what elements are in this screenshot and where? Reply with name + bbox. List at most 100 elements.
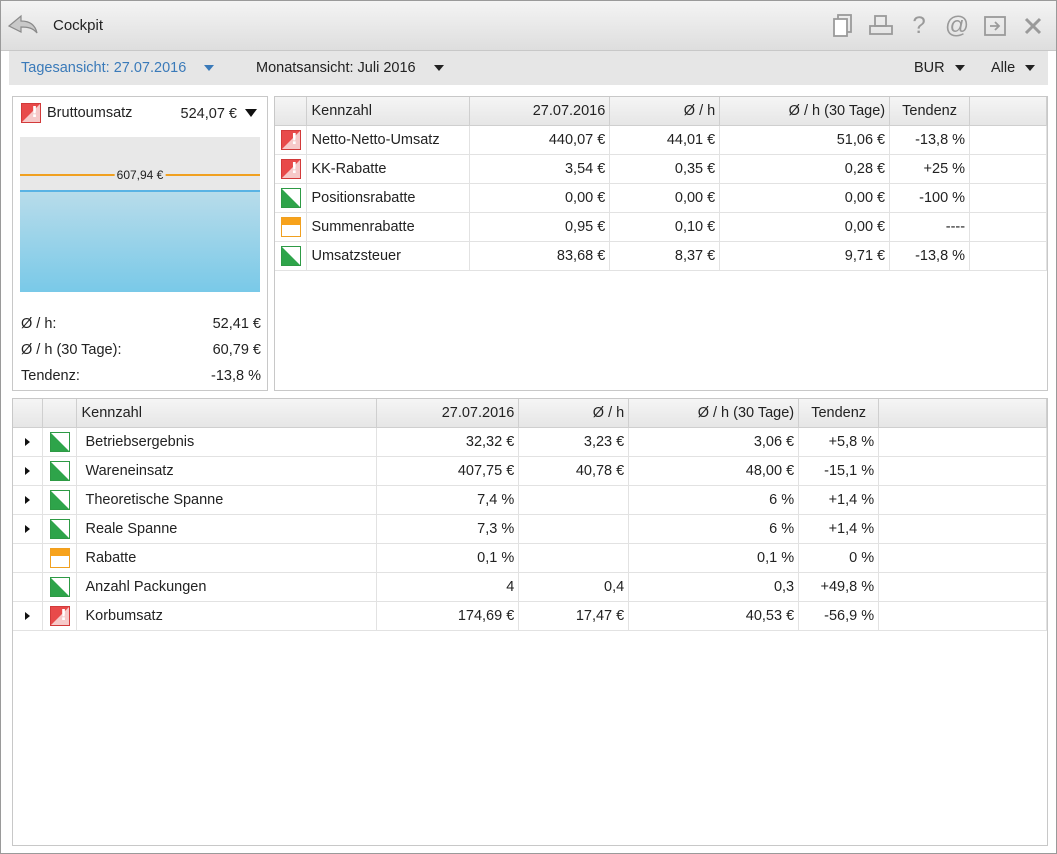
day-view-label: Tagesansicht: 27.07.2016 [21,60,187,76]
expand-arrow-icon[interactable] [25,466,31,475]
alert-status-icon [49,605,70,626]
expand-arrow-icon[interactable] [25,495,31,504]
filler-cell [878,427,1047,457]
at-icon[interactable]: @ [942,11,972,41]
status-cell [275,241,308,271]
document-icon[interactable] [828,11,858,41]
kpi-name: Korbumsatz [76,601,378,631]
kpi-avg-hour [518,514,630,544]
kpi-avg-hour [518,543,630,573]
kpi-day-value: 0,1 % [376,543,520,573]
status-cell [275,125,308,155]
month-view-dropdown[interactable]: Monatsansicht: Juli 2016 [256,60,444,76]
gross-revenue-selector[interactable]: Bruttoumsatz 524,07 € [13,97,267,129]
gauge-target-label: 607,94 € [114,168,166,182]
header-filler [969,97,1047,126]
table-row[interactable]: Umsatzsteuer 83,68 €8,37 €9,71 € -13,8 % [275,241,1047,271]
kpi-day-value: 7,3 % [376,514,520,544]
header-status [275,97,308,126]
expander-cell[interactable] [13,427,44,457]
kpi-day-value: 32,32 € [376,427,520,457]
stat-label: Ø / h: [21,316,57,332]
window-title: Cockpit [53,17,104,34]
gross-revenue-panel: Bruttoumsatz 524,07 € 607,94 € Ø / h: 52… [12,96,268,391]
chevron-down-icon [245,109,257,117]
ok-status-icon [280,187,301,208]
ok-status-icon [49,489,70,510]
stat-row: Ø / h: 52,41 € [21,311,261,337]
kpi-name: Rabatte [76,543,378,573]
table-row[interactable]: Wareneinsatz 407,75 €40,78 €48,00 € -15,1 … [13,456,1047,486]
stat-label: Tendenz: [21,368,80,384]
table-row[interactable]: Korbumsatz174,69 €17,47 €40,53 €-56,9 % [13,601,1047,631]
branch-label: BUR [914,60,945,76]
expander-cell[interactable] [13,485,44,515]
kpi-name: Summenrabatte [306,212,471,242]
month-view-label: Monatsansicht: Juli 2016 [256,60,416,76]
filter-bar: Tagesansicht: 27.07.2016 Monatsansicht: … [9,51,1048,85]
header-kennzahl[interactable]: Kennzahl [306,97,471,126]
expand-arrow-icon[interactable] [25,524,31,533]
ok-status-icon [49,518,70,539]
header-date[interactable]: 27.07.2016 [469,97,611,126]
header-trend[interactable]: Tendenz [889,97,971,126]
toolbar-icons: ? @ [828,11,1048,41]
scope-dropdown[interactable]: Alle [991,60,1036,76]
kpi-avg-30: 48,00 € [628,456,800,486]
header-trend[interactable]: Tendenz [798,399,880,428]
header-avg-30[interactable]: Ø / h (30 Tage) [719,97,891,126]
header-avg-hour[interactable]: Ø / h [609,97,721,126]
expander-cell[interactable] [13,601,44,631]
table-row[interactable]: Rabatte 0,1 % 0,1 % 0 % [13,543,1047,573]
back-icon[interactable] [7,11,39,39]
branch-dropdown[interactable]: BUR [914,60,965,76]
table-header: Kennzahl 27.07.2016 Ø / h Ø / h (30 Tage… [275,97,1047,126]
table-row[interactable]: Anzahl Packungen 4 0,4 0,3 +49,8 % [13,572,1047,602]
status-cell [42,485,78,515]
kpi-trend: ---- [889,212,971,242]
kpi-name: Theoretische Spanne [76,485,378,515]
kpi-name: Wareneinsatz [76,456,378,486]
filler-cell [878,514,1047,544]
table-row[interactable]: Netto-Netto-Umsatz440,07 €44,01 €51,06 €… [275,125,1047,155]
filler-cell [878,456,1047,486]
header-avg-30[interactable]: Ø / h (30 Tage) [628,399,800,428]
chevron-down-icon [1025,65,1036,71]
stat-row: Ø / h (30 Tage): 60,79 € [21,337,261,363]
title-bar: Cockpit ? @ [1,1,1056,51]
header-date[interactable]: 27.07.2016 [376,399,520,428]
filler-cell [878,601,1047,631]
revenue-kpi-grid: Kennzahl 27.07.2016 Ø / h Ø / h (30 Tage… [275,97,1047,271]
header-filler [878,399,1047,428]
table-row[interactable]: Betriebsergebnis 32,32 €3,23 €3,06 € +5,8 … [13,427,1047,457]
header-kennzahl[interactable]: Kennzahl [76,399,378,428]
day-view-dropdown[interactable]: Tagesansicht: 27.07.2016 [21,60,215,76]
expand-arrow-icon[interactable] [25,437,31,446]
table-row[interactable]: Theoretische Spanne 7,4 % 6 % +1,4 % [13,485,1047,515]
table-row[interactable]: Positionsrabatte 0,00 €0,00 €0,00 € -100 % [275,183,1047,213]
header-avg-hour[interactable]: Ø / h [518,399,630,428]
kpi-avg-hour: 0,35 € [609,154,721,184]
filler-cell [969,125,1047,155]
export-icon[interactable] [980,11,1010,41]
kpi-avg-30: 40,53 € [628,601,800,631]
help-icon[interactable]: ? [904,11,934,41]
warning-status-icon [49,547,70,568]
filler-cell [878,543,1047,573]
warning-status-icon [280,216,301,237]
expander-cell [13,572,44,602]
expander-cell[interactable] [13,514,44,544]
gross-revenue-value: 524,07 € [180,106,237,122]
table-row[interactable]: KK-Rabatte3,54 €0,35 €0,28 €+25 % [275,154,1047,184]
table-row[interactable]: Summenrabatte 0,95 €0,10 €0,00 € ---- [275,212,1047,242]
expand-arrow-icon[interactable] [25,611,31,620]
kpi-avg-hour: 0,00 € [609,183,721,213]
printer-icon[interactable] [866,11,896,41]
kpi-avg-hour: 0,10 € [609,212,721,242]
close-icon[interactable] [1018,11,1048,41]
kpi-name: Umsatzsteuer [306,241,471,271]
expander-cell[interactable] [13,456,44,486]
filler-cell [878,572,1047,602]
table-row[interactable]: Reale Spanne 7,3 % 6 % +1,4 % [13,514,1047,544]
ok-status-icon [49,460,70,481]
